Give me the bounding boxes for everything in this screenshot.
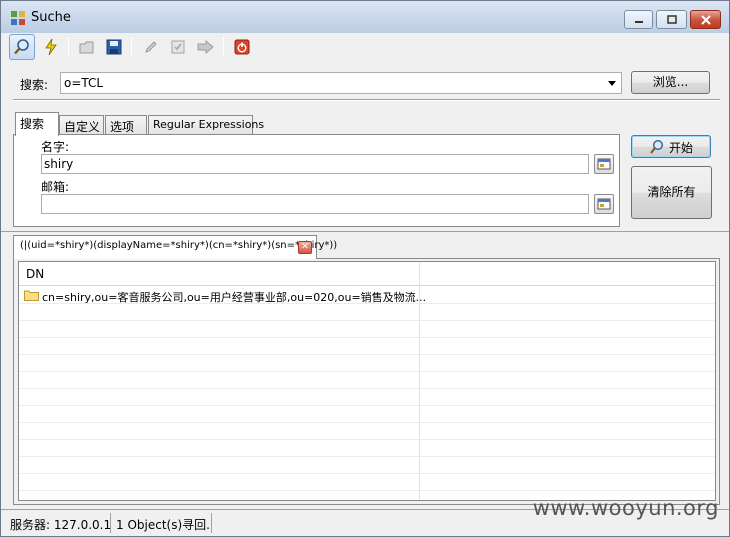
- email-label: 邮箱:: [41, 180, 70, 194]
- result-tab-label: (|(uid=*shiry*)(displayName=*shiry*)(cn=…: [20, 240, 338, 251]
- status-server: 服务器: 127.0.0.1: [10, 518, 112, 532]
- search-base-combobox[interactable]: o=TCL: [60, 72, 622, 94]
- power-icon: [234, 39, 250, 55]
- list-header: DN: [19, 262, 715, 286]
- chevron-down-icon[interactable]: [608, 81, 616, 86]
- save-icon: [106, 39, 122, 55]
- search-tab-panel: 名字: shiry 邮箱:: [13, 134, 620, 227]
- tab-search[interactable]: 搜索: [15, 112, 59, 136]
- name-picker-button[interactable]: [594, 154, 614, 174]
- table-row: [19, 389, 715, 406]
- toolbar-separator: [68, 37, 69, 57]
- column-header-dn[interactable]: DN: [26, 267, 44, 281]
- maximize-icon: [657, 11, 686, 28]
- toolbar: [1, 33, 729, 61]
- table-row: [19, 304, 715, 321]
- picker-icon: [597, 198, 611, 210]
- search-tool-button[interactable]: [9, 34, 35, 60]
- email-field[interactable]: [41, 194, 589, 214]
- arrow-right-icon: [197, 40, 214, 54]
- folder-icon: [24, 290, 39, 301]
- table-row: [19, 321, 715, 338]
- name-value: shiry: [44, 157, 74, 171]
- start-button[interactable]: 开始: [631, 135, 711, 158]
- name-field[interactable]: shiry: [41, 154, 589, 174]
- minimize-button[interactable]: [624, 10, 653, 29]
- table-row: [19, 372, 715, 389]
- search-window: Suche 搜索: o=TCL 浏览... 搜索 自定义 选项 Regular …: [0, 0, 730, 537]
- pencil-icon: [145, 41, 157, 53]
- close-button[interactable]: [690, 10, 721, 29]
- magnifier-icon: [14, 39, 29, 55]
- tab-regular-expressions[interactable]: Regular Expressions: [148, 115, 264, 135]
- tab-options[interactable]: 选项: [105, 115, 147, 135]
- check-button[interactable]: [165, 34, 191, 60]
- forward-button[interactable]: [193, 34, 219, 60]
- table-row: [19, 440, 715, 457]
- status-divider: [110, 513, 111, 533]
- search-base-label: 搜索:: [20, 78, 49, 92]
- save-button[interactable]: [101, 34, 127, 60]
- close-icon: [691, 11, 720, 28]
- open-folder-icon: [79, 41, 94, 54]
- close-tab-icon[interactable]: ✕: [298, 241, 312, 254]
- start-label: 开始: [669, 141, 694, 155]
- result-tab-strip: [1, 231, 729, 232]
- clear-all-button[interactable]: 清除所有: [631, 166, 712, 219]
- browse-button[interactable]: 浏览...: [631, 71, 710, 94]
- status-divider: [211, 513, 212, 533]
- row-dn: cn=shiry,ou=客音服务公司,ou=用户经营事业部,ou=020,ou=…: [42, 291, 427, 304]
- divider: [13, 99, 720, 101]
- window-title: Suche: [31, 10, 71, 25]
- tab-custom[interactable]: 自定义: [59, 115, 104, 135]
- table-row: [19, 406, 715, 423]
- toolbar-separator: [223, 37, 224, 57]
- watermark: www.wooyun.org: [532, 496, 719, 520]
- maximize-button[interactable]: [656, 10, 687, 29]
- app-icon: [11, 11, 25, 25]
- result-tab[interactable]: (|(uid=*shiry*)(displayName=*shiry*)(cn=…: [13, 235, 337, 259]
- table-row: [19, 355, 715, 372]
- table-row[interactable]: cn=shiry,ou=客音服务公司,ou=用户经营事业部,ou=020,ou=…: [19, 287, 715, 304]
- minimize-icon: [625, 11, 652, 28]
- status-count: 1 Object(s)寻回.: [116, 518, 210, 532]
- toolbar-separator: [131, 37, 132, 57]
- table-row: [19, 338, 715, 355]
- checklist-icon: [171, 40, 185, 54]
- table-row: [19, 457, 715, 474]
- table-row: [19, 423, 715, 440]
- magnifier-icon: [650, 139, 664, 154]
- name-label: 名字:: [41, 140, 70, 154]
- result-list[interactable]: DN cn=shiry,ou=客音服务公司,ou=用户经营事业部,ou=020,…: [18, 261, 716, 501]
- stop-button[interactable]: [229, 34, 255, 60]
- lightning-icon: [45, 38, 57, 56]
- table-row: [19, 474, 715, 491]
- quick-search-button[interactable]: [38, 34, 64, 60]
- title-bar: Suche: [1, 1, 729, 33]
- search-base-value: o=TCL: [64, 76, 104, 90]
- open-button[interactable]: [74, 34, 100, 60]
- picker-icon: [597, 158, 611, 170]
- edit-button[interactable]: [138, 34, 164, 60]
- email-picker-button[interactable]: [594, 194, 614, 214]
